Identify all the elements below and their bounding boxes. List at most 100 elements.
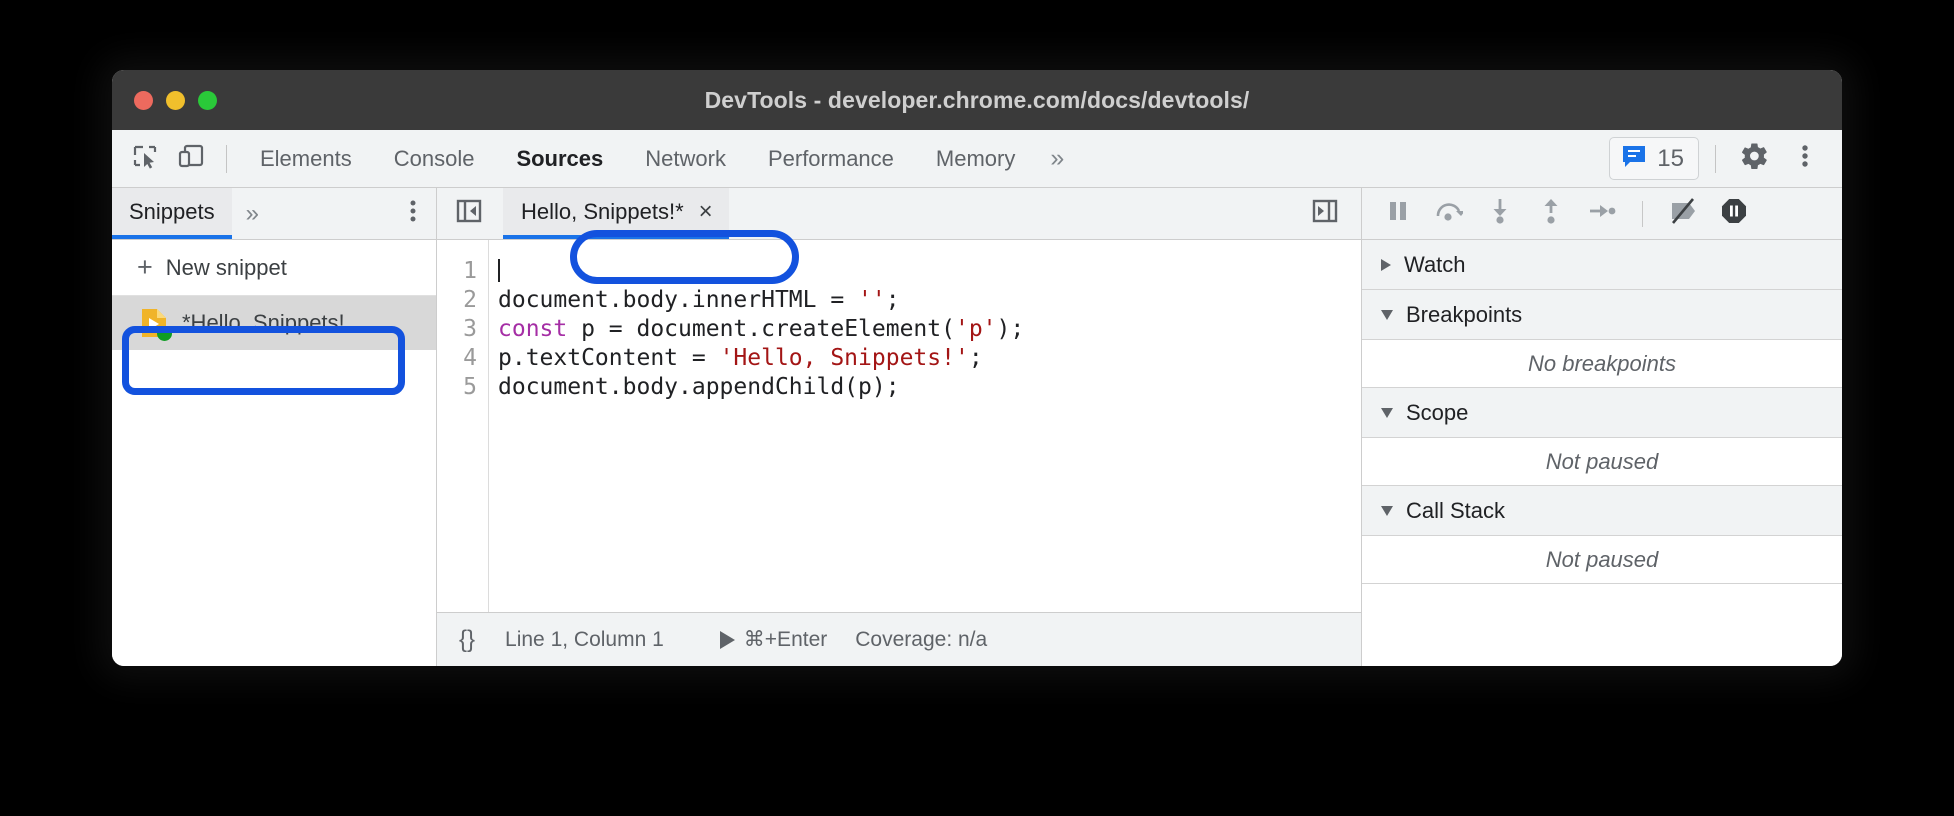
code-token-plain: p = document.createElement( [567,316,955,342]
toggle-device-toolbar-button[interactable] [168,136,214,182]
pretty-print-button[interactable]: {} [459,626,475,654]
line-number: 5 [463,374,477,400]
window-titlebar: DevTools - developer.chrome.com/docs/dev… [112,70,1842,130]
pause-on-exceptions-button[interactable] [1714,194,1754,234]
editor-status-bar: {} Line 1, Column 1 ⌘+Enter Coverage: n/… [437,612,1361,666]
code-token-plain: ); [996,316,1025,342]
toolbar-right-group: 15 [1609,136,1828,182]
step-into-icon [1489,198,1511,229]
tab-memory[interactable]: Memory [915,130,1036,187]
section-title: Breakpoints [1406,301,1523,327]
editor-tabbar: Hello, Snippets!* × [437,188,1361,240]
code-token-string: '' [858,287,886,313]
show-navigator-button[interactable] [449,194,489,234]
chevron-down-icon [1381,505,1393,516]
main-menu-button[interactable] [1782,136,1828,182]
code-line: document.body.appendChild(p); [498,373,1361,402]
navigator-menu-button[interactable] [402,198,424,229]
line-number-gutter: 1 2 3 4 5 [437,240,489,612]
devtools-window: DevTools - developer.chrome.com/docs/dev… [112,70,1842,666]
code-editor[interactable]: 1 2 3 4 5 document.body.innerHTML = ''; c… [437,240,1361,612]
step-button[interactable] [1582,194,1622,234]
run-shortcut-label: ⌘+Enter [743,628,828,651]
snippet-name: *Hello, Snippets! [182,310,345,335]
vertical-dots-icon [1793,142,1817,175]
run-snippet-button[interactable]: ⌘+Enter [719,627,828,652]
step-over-icon [1435,199,1465,228]
toolbar-divider [226,144,227,173]
editor-tab-hello-snippets[interactable]: Hello, Snippets!* × [503,188,729,239]
code-token-plain: ; [885,287,900,313]
green-dot-badge [157,326,172,341]
chevron-down-icon [1381,407,1393,418]
debugger-section-breakpoints[interactable]: Breakpoints [1362,290,1842,340]
list-item[interactable]: *Hello, Snippets! [112,296,436,350]
play-icon [719,630,735,649]
tab-sources[interactable]: Sources [495,130,624,187]
navigator-tab-snippets[interactable]: Snippets [112,188,232,239]
debugger-divider [1642,200,1643,227]
inspect-element-button[interactable] [122,136,168,182]
snippet-file-icon [140,308,172,341]
vertical-dots-icon [402,198,424,229]
line-number: 4 [463,345,477,371]
line-number: 2 [463,287,477,313]
toolbar-divider-2 [1715,144,1716,173]
editor-tabbar-right-group [1305,194,1345,234]
section-title: Scope [1406,399,1469,425]
show-debugger-panel-icon [1312,198,1338,229]
code-line: document.body.innerHTML = ''; [498,286,1361,315]
gear-icon [1740,141,1770,176]
step-into-next-function-call-button[interactable] [1480,194,1520,234]
issues-message-icon [1621,143,1647,174]
show-debugger-button[interactable] [1305,194,1345,234]
deactivate-breakpoints-button[interactable] [1663,194,1703,234]
close-icon[interactable]: × [699,199,713,224]
text-cursor [498,259,500,282]
navigator-more-tabs-chevron-icon[interactable]: » [232,200,273,228]
show-navigator-panel-icon [456,198,482,229]
debugger-section-scope[interactable]: Scope [1362,388,1842,438]
pause-icon [1387,199,1409,228]
more-panels-chevron-icon[interactable]: » [1036,130,1078,187]
breakpoints-empty-message: No breakpoints [1362,340,1842,388]
code-line: p.textContent = 'Hello, Snippets!'; [498,344,1361,373]
code-content[interactable]: document.body.innerHTML = ''; const p = d… [489,240,1361,612]
coverage-status: Coverage: n/a [855,627,988,651]
code-line: const p = document.createElement('p'); [498,315,1361,344]
scope-empty-message: Not paused [1362,438,1842,486]
debugger-section-call-stack[interactable]: Call Stack [1362,486,1842,536]
editor-pane: Hello, Snippets!* × 1 2 3 4 5 document.b… [437,188,1362,666]
navigator-pane: Snippets » + New snippet *Hello, Snippet… [112,188,437,666]
resume-script-execution-button[interactable] [1378,194,1418,234]
code-token-plain: document.body.innerHTML = [498,287,859,313]
code-token-plain: ; [968,345,983,371]
code-token-plain: document.body.appendChild(p); [498,374,900,400]
new-snippet-label: New snippet [165,254,287,280]
tab-network[interactable]: Network [624,130,747,187]
call-stack-empty-message: Not paused [1362,536,1842,584]
devtools-main-toolbar: Elements Console Sources Network Perform… [112,130,1842,188]
panel-tab-list: Elements Console Sources Network Perform… [239,130,1078,187]
step-out-of-current-function-button[interactable] [1531,194,1571,234]
inspect-element-icon [131,142,159,175]
code-token-keyword: const [498,316,568,342]
tab-elements[interactable]: Elements [239,130,373,187]
step-icon [1588,201,1616,226]
pause-on-exceptions-icon [1721,198,1747,229]
new-snippet-button[interactable]: + New snippet [112,240,436,296]
settings-button[interactable] [1732,136,1778,182]
tab-console[interactable]: Console [373,130,496,187]
section-title: Watch [1404,251,1466,277]
deactivate-breakpoints-icon [1668,198,1698,229]
debugger-section-watch[interactable]: Watch [1362,240,1842,290]
step-over-next-function-call-button[interactable] [1429,194,1469,234]
chevron-down-icon [1381,309,1393,320]
code-token-string: 'Hello, Snippets!' [719,345,969,371]
line-number: 1 [463,258,477,284]
device-toolbar-icon [177,142,205,175]
section-title: Call Stack [1406,497,1506,523]
chevron-right-icon [1381,258,1391,271]
issues-counter-button[interactable]: 15 [1609,137,1699,180]
tab-performance[interactable]: Performance [747,130,915,187]
